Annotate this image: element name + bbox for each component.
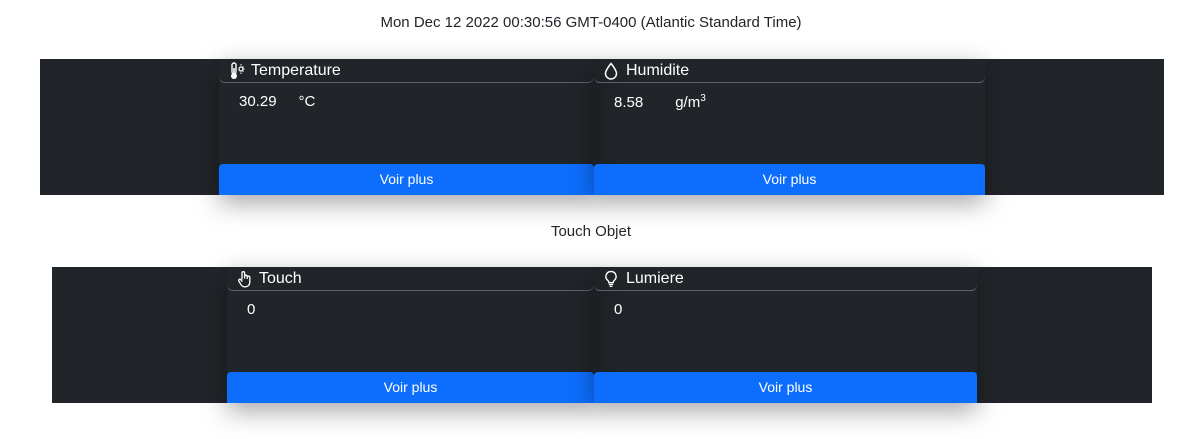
touch-card: Touch 0 Voir plus [227, 267, 594, 403]
humidity-card: Humidite 8.58 g/m3 Voir plus [594, 59, 985, 195]
touch-value: 0 [247, 301, 256, 318]
humidity-unit-base: g/m [675, 94, 701, 111]
light-voir-plus-button[interactable]: Voir plus [594, 372, 977, 403]
temperature-voir-plus-button[interactable]: Voir plus [219, 164, 594, 195]
light-card-title: Lumiere [626, 269, 684, 287]
humidity-card-header: Humidite [594, 59, 985, 83]
touch-reading: 0 [227, 301, 594, 318]
sensor-panel-touch-objects: Touch 0 Voir plus Lumiere 0 Voir plus [52, 267, 1152, 403]
touch-card-title: Touch [259, 269, 302, 287]
temperature-card-title: Temperature [251, 61, 341, 79]
hand-pointer-icon [237, 270, 253, 288]
humidity-value: 8.58 [614, 94, 644, 111]
section-title-touch-objet: Touch Objet [550, 223, 632, 240]
temperature-value: 30.29 [239, 93, 277, 110]
humidity-card-title: Humidite [626, 61, 690, 79]
droplet-icon [604, 61, 620, 80]
humidity-unit: g/m3 [675, 93, 706, 111]
touch-card-header: Touch [227, 267, 594, 291]
sensor-panel-environment: Temperature 30.29 °C Voir plus Humidite … [40, 59, 1164, 195]
light-card-header: Lumiere [594, 267, 977, 291]
temperature-unit: °C [298, 93, 316, 110]
touch-voir-plus-button[interactable]: Voir plus [227, 372, 594, 403]
humidity-reading: 8.58 g/m3 [594, 93, 985, 111]
temperature-reading: 30.29 °C [219, 93, 594, 110]
temperature-card: Temperature 30.29 °C Voir plus [219, 59, 594, 195]
light-reading: 0 [594, 301, 977, 318]
lightbulb-icon [604, 270, 620, 288]
light-card: Lumiere 0 Voir plus [594, 267, 977, 403]
humidity-voir-plus-button[interactable]: Voir plus [594, 164, 985, 195]
datetime-text: Mon Dec 12 2022 00:30:56 GMT-0400 (Atlan… [380, 14, 802, 31]
temperature-card-header: Temperature [219, 59, 594, 83]
light-value: 0 [614, 301, 623, 318]
humidity-unit-exponent: 3 [700, 93, 706, 104]
thermometer-sun-icon [229, 61, 245, 80]
